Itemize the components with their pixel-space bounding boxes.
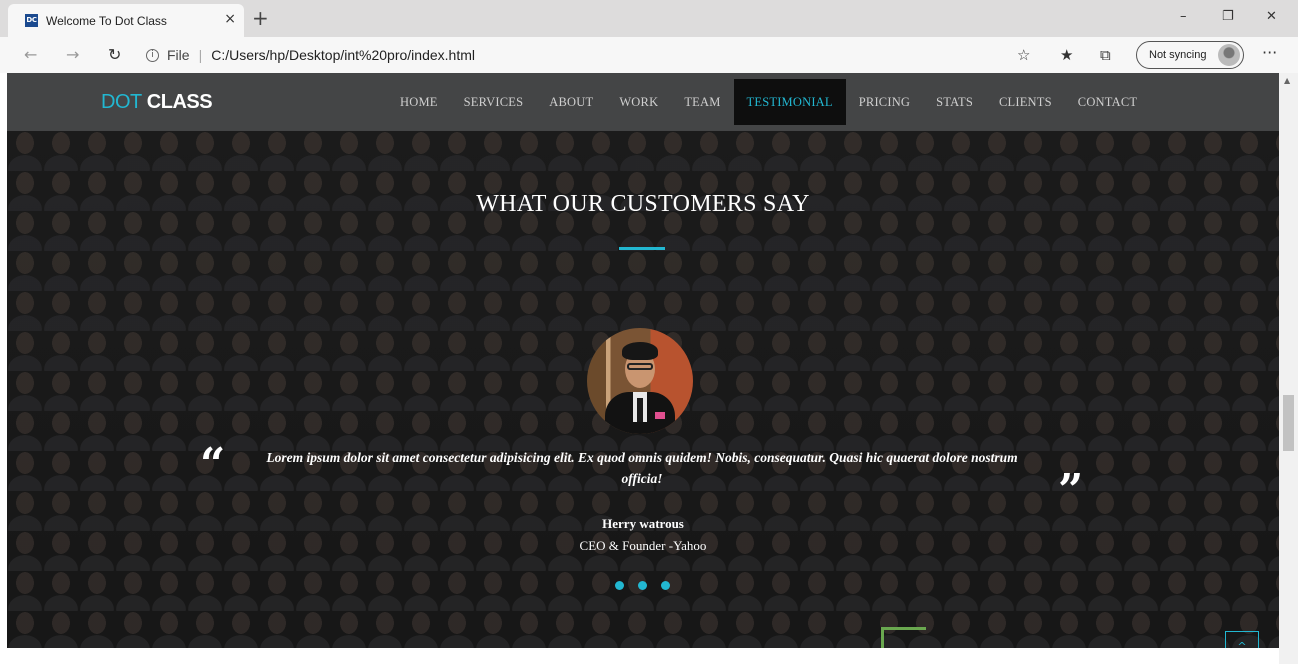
page-viewport: DOT CLASS HOME SERVICES ABOUT WORK TEAM TESTI… [7, 73, 1279, 648]
section-title: WHAT OUR CUSTOMERS SAY [476, 191, 810, 217]
site-favicon-icon: DC [25, 14, 38, 27]
carousel-dot[interactable] [615, 581, 624, 590]
new-tab-button[interactable]: + [252, 6, 269, 30]
scroll-up-icon[interactable]: ▲ [1284, 76, 1290, 85]
reload-button[interactable]: ↻ [108, 45, 121, 64]
nav-item-work[interactable]: WORK [606, 79, 671, 125]
back-to-top-button[interactable]: ^ [1225, 631, 1259, 648]
close-window-button[interactable]: ✕ [1266, 9, 1277, 24]
nav-item-contact[interactable]: CONTACT [1065, 79, 1150, 125]
url-input[interactable]: i File | C:/Users/hp/Desktop/int%20pro/i… [146, 42, 1006, 68]
site-navbar: DOT CLASS HOME SERVICES ABOUT WORK TEAM TESTI… [7, 73, 1279, 131]
logo-part-dot: DOT [101, 91, 142, 113]
nav-item-about[interactable]: ABOUT [536, 79, 606, 125]
nav-item-pricing[interactable]: PRICING [846, 79, 923, 125]
page-left-edge [0, 73, 7, 664]
favorites-icon[interactable]: ★ [1060, 46, 1073, 64]
browser-tab[interactable]: DC Welcome To Dot Class × [8, 4, 244, 37]
sync-label: Not syncing [1149, 49, 1207, 61]
main-menu: HOME SERVICES ABOUT WORK TEAM TESTIMONIAL PRIC… [387, 79, 1150, 125]
url-scheme: File [167, 47, 190, 63]
page-bottom-strip [0, 648, 1279, 664]
browser-address-bar: ← → ↻ i File | C:/Users/hp/Desktop/int%2… [0, 37, 1298, 73]
browser-tab-bar: DC Welcome To Dot Class × + – ❐ ✕ [0, 0, 1298, 37]
nav-item-stats[interactable]: STATS [923, 79, 986, 125]
open-quote-icon: “ [200, 439, 226, 490]
close-quote-icon: ” [1058, 465, 1084, 516]
carousel-dots [615, 581, 670, 590]
tab-title: Welcome To Dot Class [46, 13, 167, 28]
collections-icon[interactable]: ⧉ [1100, 46, 1111, 64]
info-icon[interactable]: i [146, 48, 159, 62]
nav-item-clients[interactable]: CLIENTS [986, 79, 1065, 125]
tab-close-icon[interactable]: × [224, 11, 236, 27]
favorite-star-icon[interactable]: ☆ [1017, 46, 1030, 64]
avatar [1218, 44, 1240, 66]
url-separator: | [198, 47, 203, 63]
logo-part-class: CLASS [146, 91, 213, 113]
customer-photo [587, 328, 693, 434]
forward-button[interactable]: → [66, 45, 79, 64]
nav-item-home[interactable]: HOME [387, 79, 451, 125]
page-scrollbar[interactable]: ▲ [1279, 73, 1298, 664]
url-text: C:/Users/hp/Desktop/int%20pro/index.html [211, 47, 475, 63]
testimonial-quote: Lorem ipsum dolor sit amet consectetur a… [266, 450, 1018, 486]
profile-sync-button[interactable]: Not syncing [1136, 41, 1244, 69]
title-underline [619, 247, 665, 250]
carousel-dot[interactable] [638, 581, 647, 590]
restore-button[interactable]: ❐ [1222, 9, 1234, 24]
site-logo[interactable]: DOT CLASS [101, 91, 213, 114]
carousel-dot[interactable] [661, 581, 670, 590]
nav-item-testimonial[interactable]: TESTIMONIAL [733, 79, 846, 125]
decorative-corner [881, 627, 926, 648]
back-button[interactable]: ← [24, 45, 37, 64]
testimonial-role: CEO & Founder -Yahoo [579, 538, 707, 553]
scroll-thumb[interactable] [1283, 395, 1294, 451]
more-menu-icon[interactable]: ··· [1262, 43, 1277, 62]
nav-item-team[interactable]: TEAM [671, 79, 733, 125]
minimize-button[interactable]: – [1180, 9, 1187, 24]
nav-item-services[interactable]: SERVICES [451, 79, 537, 125]
testimonial-author: Herry watrous [602, 516, 684, 531]
